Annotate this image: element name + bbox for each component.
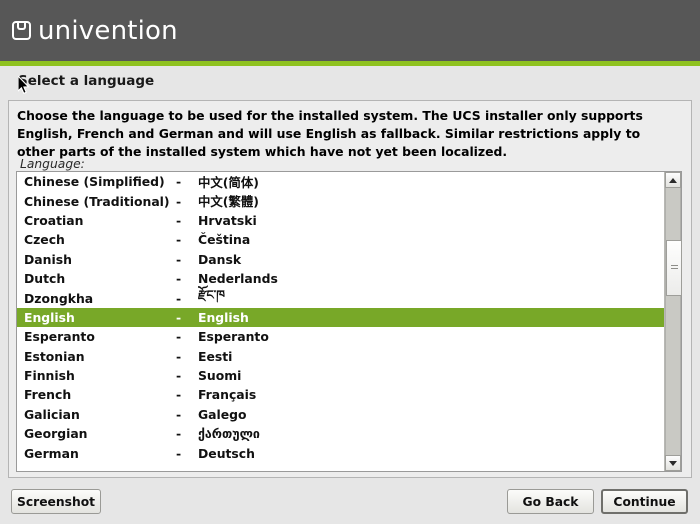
scrollbar-thumb[interactable] (666, 240, 682, 296)
language-separator: - (176, 194, 198, 209)
language-name-english: French (24, 387, 176, 402)
scrollbar-track[interactable] (665, 188, 681, 455)
language-name-native: 中文(繁體) (198, 192, 664, 210)
language-separator: - (176, 213, 198, 228)
language-name-english: Chinese (Simplified) (24, 174, 176, 189)
installer-window: univention Select a language Choose the … (0, 0, 700, 524)
language-name-english: Danish (24, 252, 176, 267)
description-text: Choose the language to be used for the i… (17, 107, 679, 161)
header-inner: univention (0, 0, 700, 61)
language-name-english: Dutch (24, 271, 176, 286)
language-row[interactable]: Esperanto-Esperanto (17, 327, 664, 346)
footer-bar: Screenshot Go Back Continue (0, 483, 700, 524)
language-separator: - (176, 426, 198, 441)
scroll-down-arrow-icon (669, 461, 677, 466)
language-separator: - (176, 329, 198, 344)
scroll-down-button[interactable] (665, 455, 681, 471)
language-name-english: German (24, 446, 176, 461)
language-separator: - (176, 271, 198, 286)
language-row[interactable]: Finnish-Suomi (17, 366, 664, 385)
language-name-native: Eesti (198, 349, 664, 364)
language-row[interactable]: Georgian-ქართული (17, 424, 664, 443)
language-row[interactable]: English-English (17, 308, 664, 327)
language-row[interactable]: German-Deutsch (17, 443, 664, 462)
language-row[interactable]: Danish-Dansk (17, 250, 664, 269)
language-separator: - (176, 291, 198, 306)
language-name-native: Galego (198, 407, 664, 422)
scroll-up-arrow-icon (669, 178, 677, 183)
language-row[interactable]: French-Français (17, 385, 664, 404)
language-row[interactable]: Chinese (Simplified)-中文(简体) (17, 172, 664, 191)
content-panel: Choose the language to be used for the i… (8, 100, 692, 478)
language-name-native: Suomi (198, 368, 664, 383)
univention-logo-icon (12, 21, 31, 40)
language-name-native: Deutsch (198, 446, 664, 461)
language-list[interactable]: Chinese (Simplified)-中文(简体)Chinese (Trad… (17, 172, 664, 471)
language-name-native: ქართული (198, 426, 664, 441)
scrollbar-grip (671, 265, 678, 271)
language-listbox[interactable]: Chinese (Simplified)-中文(简体)Chinese (Trad… (16, 171, 682, 472)
language-name-native: English (198, 310, 664, 325)
language-separator: - (176, 387, 198, 402)
language-row[interactable]: Czech-Čeština (17, 230, 664, 249)
page-title: Select a language (18, 73, 154, 89)
language-row[interactable]: Croatian-Hrvatski (17, 211, 664, 230)
language-name-english: Georgian (24, 426, 176, 441)
go-back-button[interactable]: Go Back (507, 489, 594, 514)
language-row[interactable]: Estonian-Eesti (17, 347, 664, 366)
accent-bar (0, 61, 700, 66)
language-separator: - (176, 407, 198, 422)
language-separator: - (176, 446, 198, 461)
language-name-english: Croatian (24, 213, 176, 228)
language-name-english: Galician (24, 407, 176, 422)
language-name-english: English (24, 310, 176, 325)
language-row[interactable]: Dzongkha-རྫོང་ཁ (17, 288, 664, 307)
language-row[interactable]: Chinese (Traditional)-中文(繁體) (17, 191, 664, 210)
vertical-scrollbar[interactable] (664, 172, 681, 471)
language-name-native: Čeština (198, 232, 664, 247)
language-name-native: Hrvatski (198, 213, 664, 228)
language-name-english: Dzongkha (24, 291, 176, 306)
language-separator: - (176, 232, 198, 247)
language-name-native: Esperanto (198, 329, 664, 344)
language-row[interactable]: Galician-Galego (17, 405, 664, 424)
language-name-native: 中文(简体) (198, 173, 664, 191)
language-separator: - (176, 174, 198, 189)
language-name-english: Estonian (24, 349, 176, 364)
language-separator: - (176, 310, 198, 325)
app-header: univention (0, 0, 700, 61)
language-name-english: Finnish (24, 368, 176, 383)
screenshot-button[interactable]: Screenshot (11, 489, 101, 514)
brand-name: univention (38, 16, 178, 46)
language-separator: - (176, 368, 198, 383)
language-name-english: Esperanto (24, 329, 176, 344)
language-name-english: Czech (24, 232, 176, 247)
language-name-native: Dansk (198, 252, 664, 267)
language-name-english: Chinese (Traditional) (24, 194, 176, 209)
scroll-up-button[interactable] (665, 172, 681, 188)
language-name-native: Français (198, 387, 664, 402)
language-separator: - (176, 252, 198, 267)
language-separator: - (176, 349, 198, 364)
language-field-label: Language: (20, 157, 85, 171)
continue-button[interactable]: Continue (601, 489, 688, 514)
